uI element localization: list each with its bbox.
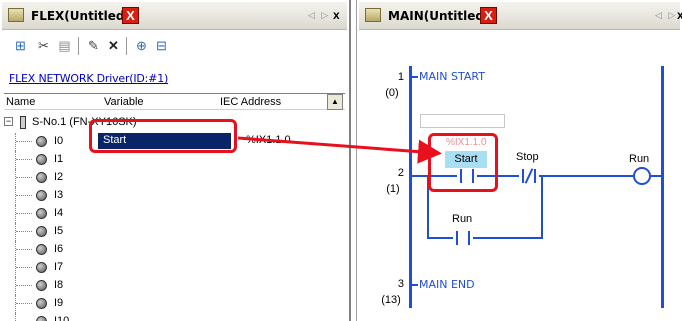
drag-arrow-line (237, 136, 442, 164)
drag-arrow (237, 136, 442, 164)
